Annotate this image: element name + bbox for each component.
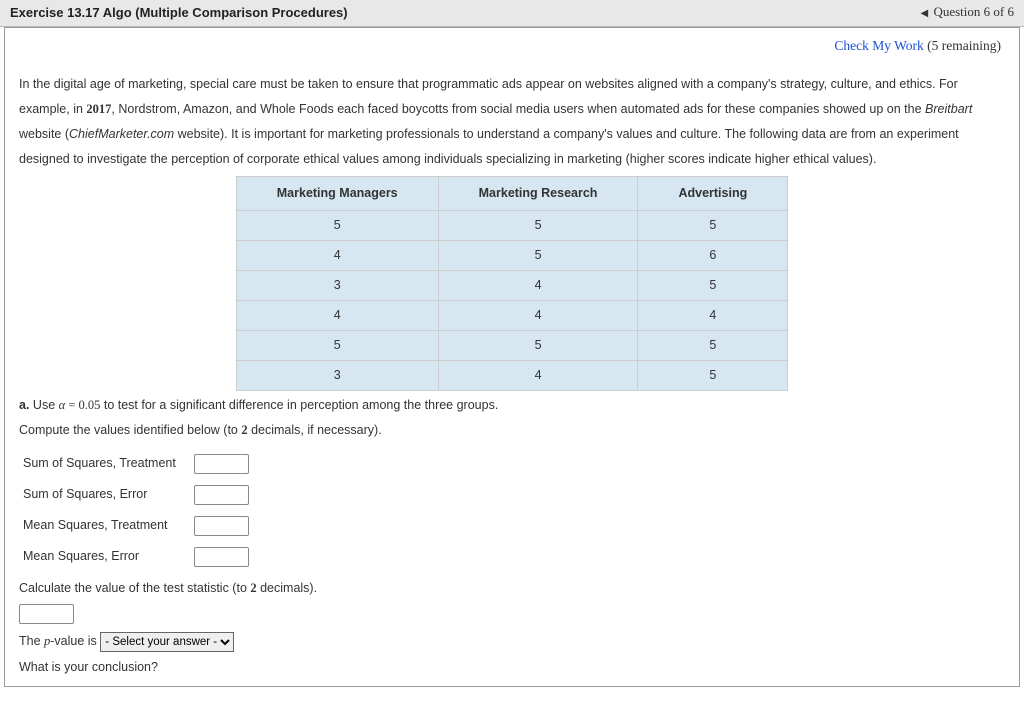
table-row: 555 [236,211,787,241]
cell: 5 [638,271,788,301]
calc-test-stat-line: Calculate the value of the test statisti… [19,575,1005,601]
cell: 4 [438,301,638,331]
ss-error-label: Sum of Squares, Error [19,482,194,507]
cell: 4 [638,301,788,331]
cell: 4 [438,271,638,301]
compute-text-a: Compute the values identified below (to [19,423,241,437]
part-a-text2: to test for a significant difference in … [100,398,498,412]
alpha-value: α = 0.05 [59,398,101,412]
cell: 5 [438,331,638,361]
cell: 5 [638,361,788,391]
col-header-advertising: Advertising [638,177,788,211]
check-remaining: (5 remaining) [927,38,1001,53]
calc-text-a: Calculate the value of the test statisti… [19,581,250,595]
pvalue-line: The p-value is - Select your answer - [19,628,1005,654]
ss-treatment-label: Sum of Squares, Treatment [19,451,194,476]
intro-text-3: website ( [19,127,69,141]
cell: 5 [438,241,638,271]
ss-treatment-row: Sum of Squares, Treatment [19,451,1005,476]
cell: 5 [236,331,438,361]
table-row: 444 [236,301,787,331]
ms-error-label: Mean Squares, Error [19,544,194,569]
calc-text-b: decimals). [257,581,317,595]
chiefmarketer: ChiefMarketer.com [69,127,174,141]
col-header-research: Marketing Research [438,177,638,211]
test-statistic-input[interactable] [19,604,74,624]
question-nav[interactable]: ◀ Question 6 of 6 [921,4,1014,20]
table-row: 345 [236,271,787,301]
cell: 5 [236,211,438,241]
data-table: Marketing Managers Marketing Research Ad… [236,176,788,391]
question-content: In the digital age of marketing, special… [5,72,1019,686]
inputs-block: Sum of Squares, Treatment Sum of Squares… [19,451,1005,569]
main-panel: Check My Work (5 remaining) In the digit… [4,27,1020,687]
prev-triangle-icon[interactable]: ◀ [921,8,929,19]
cell: 4 [438,361,638,391]
breitbart: Breitbart [925,102,972,116]
ms-treatment-label: Mean Squares, Treatment [19,513,194,538]
cell: 5 [438,211,638,241]
intro-text-2: , Nordstrom, Amazon, and Whole Foods eac… [111,102,925,116]
table-row: 555 [236,331,787,361]
pvalue-select[interactable]: - Select your answer - [100,632,234,652]
cell: 4 [236,301,438,331]
cell: 6 [638,241,788,271]
table-row: 345 [236,361,787,391]
question-counter: Question 6 of 6 [933,4,1014,19]
ms-error-row: Mean Squares, Error [19,544,1005,569]
question-a-line: a. Use α = 0.05 to test for a significan… [19,393,1005,418]
pvalue-text-b: -value is [50,634,100,648]
table-header-row: Marketing Managers Marketing Research Ad… [236,177,787,211]
header-bar: Exercise 13.17 Algo (Multiple Comparison… [0,0,1024,27]
compute-text-b: decimals, if necessary). [248,423,382,437]
table-row: 456 [236,241,787,271]
pvalue-text-a: The [19,634,44,648]
exercise-title: Exercise 13.17 Algo (Multiple Comparison… [10,5,348,20]
bottom-lines: Calculate the value of the test statisti… [19,575,1005,680]
compute-line: Compute the values identified below (to … [19,418,1005,443]
ss-error-input[interactable] [194,485,249,505]
table-body: 555 456 345 444 555 345 [236,211,787,391]
ms-error-input[interactable] [194,547,249,567]
col-header-managers: Marketing Managers [236,177,438,211]
year: 2017 [86,102,111,116]
check-my-work-link[interactable]: Check My Work [834,38,923,53]
conclusion-line: What is your conclusion? [19,654,1005,680]
ms-treatment-row: Mean Squares, Treatment [19,513,1005,538]
cell: 5 [638,211,788,241]
ss-treatment-input[interactable] [194,454,249,474]
cell: 3 [236,361,438,391]
cell: 4 [236,241,438,271]
part-a-label: a. [19,398,29,412]
intro-paragraph: In the digital age of marketing, special… [19,72,1005,172]
ss-error-row: Sum of Squares, Error [19,482,1005,507]
cell: 5 [638,331,788,361]
ms-treatment-input[interactable] [194,516,249,536]
check-my-work-row: Check My Work (5 remaining) [5,28,1019,72]
test-stat-input-row [19,601,1005,627]
cell: 3 [236,271,438,301]
part-a-text1: Use [29,398,58,412]
